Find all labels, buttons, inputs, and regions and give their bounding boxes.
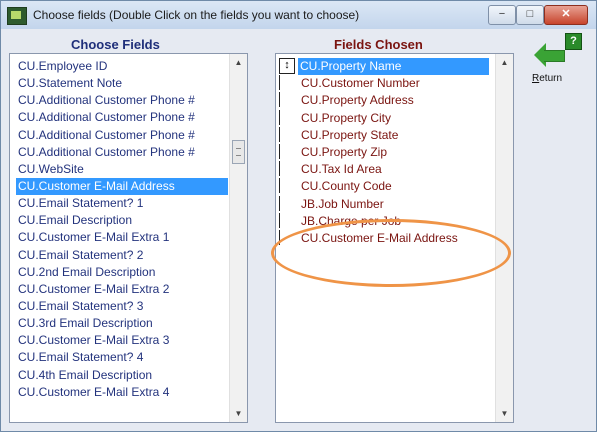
- chosen-field-item[interactable]: CU.Property State: [279, 126, 494, 144]
- scroll-down-arrow-icon[interactable]: ▼: [230, 405, 247, 422]
- chosen-field-label: CU.County Code: [301, 179, 392, 194]
- available-field-item[interactable]: CU.WebSite: [16, 161, 228, 178]
- up-down-arrow-icon[interactable]: ↕: [279, 58, 295, 74]
- available-field-item[interactable]: CU.Email Description: [16, 212, 228, 229]
- row-marker: [279, 229, 298, 245]
- available-fields-scrollbar[interactable]: ▲ ▼: [229, 54, 247, 422]
- row-marker: [279, 126, 298, 142]
- chosen-field-item[interactable]: CU.Property Address: [279, 92, 494, 109]
- scroll-up-arrow-icon[interactable]: ▲: [230, 54, 247, 71]
- available-field-item[interactable]: CU.Email Statement? 1: [16, 195, 228, 212]
- chosen-field-label: CU.Property City: [301, 110, 392, 125]
- available-fields-list[interactable]: CU.Employee ID CU.Statement Note CU.Additi…: [9, 53, 248, 423]
- chosen-field-item[interactable]: CU.Property City: [279, 109, 494, 127]
- close-button[interactable]: ✕: [544, 5, 588, 25]
- chosen-field-label: JB.Charge per Job: [301, 213, 402, 228]
- scroll-thumb[interactable]: [232, 140, 245, 164]
- chosen-field-label: CU.Property Address: [301, 93, 414, 108]
- help-button[interactable]: ?: [565, 33, 582, 50]
- chosen-field-item[interactable]: CU.Customer E-Mail Address: [279, 229, 494, 247]
- chosen-field-label: CU.Property State: [301, 127, 399, 142]
- available-field-item[interactable]: CU.Email Statement? 3: [16, 298, 228, 315]
- return-arrow-shaft: [544, 50, 565, 62]
- window-title: Choose fields (Double Click on the field…: [33, 8, 360, 22]
- available-field-item[interactable]: CU.Statement Note: [16, 75, 228, 92]
- scroll-down-arrow-icon[interactable]: ▼: [496, 405, 513, 422]
- return-label: Return: [532, 73, 563, 84]
- title-bar[interactable]: Choose fields (Double Click on the field…: [1, 1, 596, 29]
- chosen-field-item[interactable]: ↕ CU.Property Name: [279, 58, 494, 75]
- dialog-body: Choose Fields Fields Chosen CU.Employee …: [9, 29, 588, 425]
- chosen-field-label: CU.Customer E-Mail Address: [301, 230, 458, 245]
- available-field-item[interactable]: CU.Email Statement? 2: [16, 247, 228, 264]
- available-field-item[interactable]: CU.Additional Customer Phone #: [16, 92, 228, 109]
- chosen-fields-list[interactable]: ↕ CU.Property Name CU.Customer Number CU.Pr…: [275, 53, 514, 423]
- chosen-field-item[interactable]: JB.Charge per Job: [279, 212, 494, 230]
- chosen-field-item[interactable]: CU.Tax Id Area: [279, 161, 494, 178]
- chosen-fields-scrollbar[interactable]: ▲ ▼: [495, 54, 513, 422]
- row-marker: [279, 195, 298, 211]
- choose-fields-heading: Choose Fields: [71, 37, 160, 52]
- available-field-item[interactable]: CU.2nd Email Description: [16, 264, 228, 281]
- row-marker: [279, 178, 298, 194]
- chosen-field-label: CU.Customer Number: [301, 76, 420, 91]
- choose-fields-window: Choose fields (Double Click on the field…: [0, 0, 597, 432]
- chosen-field-item[interactable]: CU.County Code: [279, 178, 494, 195]
- chosen-field-label: CU.Tax Id Area: [301, 162, 382, 177]
- available-field-item[interactable]: CU.Additional Customer Phone #: [16, 109, 228, 126]
- maximize-button[interactable]: □: [516, 5, 544, 25]
- available-field-item[interactable]: CU.Email Statement? 4: [16, 349, 228, 366]
- available-field-item[interactable]: CU.Additional Customer Phone #: [16, 127, 228, 144]
- row-marker: [279, 212, 298, 228]
- available-field-item[interactable]: CU.Customer E-Mail Extra 3: [16, 332, 228, 349]
- available-field-item[interactable]: CU.Additional Customer Phone #: [16, 144, 228, 161]
- chosen-field-item[interactable]: CU.Property Zip: [279, 143, 494, 161]
- row-marker: [279, 109, 298, 125]
- chosen-field-item[interactable]: JB.Job Number: [279, 195, 494, 213]
- chosen-field-label: CU.Property Zip: [301, 144, 388, 159]
- minimize-button[interactable]: −: [488, 5, 516, 25]
- fields-chosen-heading: Fields Chosen: [334, 37, 423, 52]
- available-field-item[interactable]: CU.Customer E-Mail Extra 2: [16, 281, 228, 298]
- row-marker: [279, 143, 298, 159]
- available-field-item[interactable]: CU.Employee ID: [16, 58, 228, 75]
- row-marker: [279, 92, 298, 108]
- app-icon: [7, 7, 27, 25]
- available-field-item[interactable]: CU.Customer E-Mail Extra 1: [16, 229, 228, 246]
- chosen-fields-rows: ↕ CU.Property Name CU.Customer Number CU.Pr…: [279, 58, 494, 247]
- scroll-up-arrow-icon[interactable]: ▲: [496, 54, 513, 71]
- chosen-field-label: JB.Job Number: [301, 196, 384, 211]
- return-button[interactable]: Return: [530, 39, 566, 91]
- available-field-item[interactable]: CU.Customer E-Mail Address: [16, 177, 228, 196]
- available-fields-rows: CU.Employee ID CU.Statement Note CU.Additi…: [16, 58, 228, 401]
- row-marker: [279, 161, 298, 177]
- available-field-item[interactable]: CU.3rd Email Description: [16, 315, 228, 332]
- row-marker: [279, 75, 298, 91]
- chosen-field-label: CU.Property Name: [298, 58, 489, 75]
- chosen-field-item[interactable]: CU.Customer Number: [279, 75, 494, 92]
- available-field-item[interactable]: CU.4th Email Description: [16, 367, 228, 384]
- available-field-item[interactable]: CU.Customer E-Mail Extra 4: [16, 384, 228, 401]
